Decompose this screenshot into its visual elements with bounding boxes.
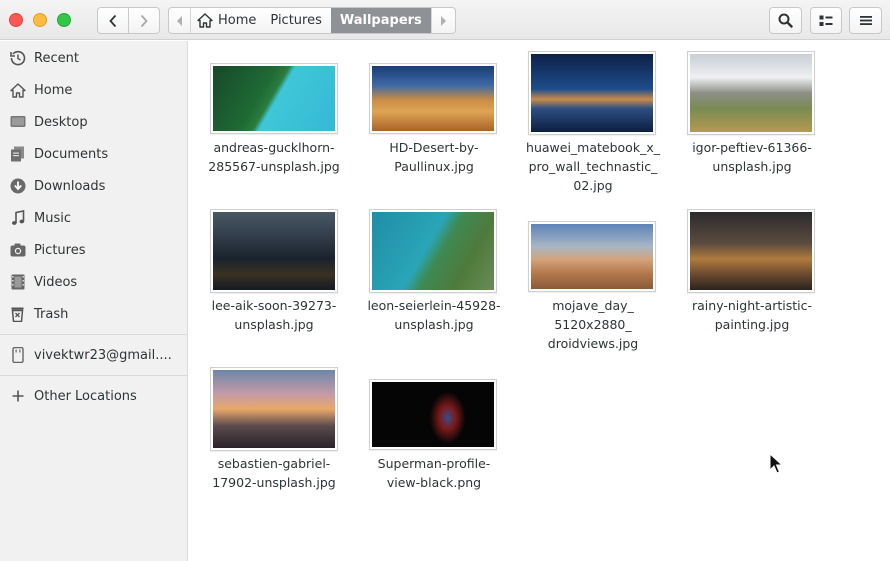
file-thumbnail [369,379,497,450]
sidebar-item-downloads[interactable]: Downloads [0,170,187,202]
file-item[interactable]: mojave_day_ 5120x2880_ droidviews.jpg [514,219,672,369]
sidebar-item-trash[interactable]: Trash [0,298,187,330]
file-item[interactable]: leon-seierlein-45928- unsplash.jpg [355,207,513,337]
sidebar-item-desktop[interactable]: Desktop [0,106,187,138]
sidebar-item-label: Recent [34,50,79,66]
back-button[interactable] [97,7,129,34]
documents-icon [9,146,26,163]
list-view-icon [819,15,833,26]
file-name: sebastien-gabriel- 17902-unsplash.jpg [212,456,336,490]
crumb-pictures[interactable]: Pictures [264,8,330,33]
sidebar-divider [0,334,187,335]
videos-icon [9,274,26,291]
file-name: HD-Desert-by- Paullinux.jpg [389,140,479,174]
sidebar-item-label: Music [34,210,71,226]
file-name: mojave_day_ 5120x2880_ droidviews.jpg [547,298,639,351]
sidebar-item-recent[interactable]: Recent [0,42,187,74]
sidebar-item-label: vivektwr23@gmail.... [34,347,172,363]
crumb-home-label: Home [218,13,257,28]
trash-icon [9,306,26,323]
downloads-icon [9,178,26,195]
crumb-home[interactable]: Home [191,8,264,33]
home-icon [9,82,26,99]
file-thumbnail [687,51,815,135]
home-icon [197,13,213,28]
sidebar-item-label: Home [34,82,73,98]
sidebar-item-label: Trash [34,306,69,322]
file-thumbnail [528,221,656,292]
file-thumbnail [210,63,338,134]
sidebar-item-documents[interactable]: Documents [0,138,187,170]
file-item[interactable]: andreas-gucklhorn- 285567-unsplash.jpg [195,61,353,181]
pictures-icon [9,242,26,259]
sidebar-item-label: Documents [34,146,109,162]
file-item[interactable]: huawei_matebook_x_ pro_wall_technastic_ 02… [514,49,672,199]
arrow-left-icon [176,15,182,26]
sidebar-item-label: Videos [34,274,78,290]
sidebar-item-music[interactable]: Music [0,202,187,234]
search-icon [778,13,793,28]
file-name: Superman-profile-view-black.png [377,456,491,490]
sidebar-item-label: Other Locations [34,388,137,404]
arrow-right-icon [441,15,447,26]
file-name: igor-peftiev-61366- unsplash.jpg [692,140,812,174]
view-toggle-button[interactable] [810,7,842,34]
sidebar-item-home[interactable]: Home [0,74,187,106]
file-thumbnail [369,209,497,293]
minimize-window-button[interactable] [33,13,47,27]
menu-button[interactable] [849,7,882,34]
path-bar: Home Pictures Wallpapers [168,7,456,34]
hamburger-menu-icon [859,16,872,25]
sidebar-item-label: Pictures [34,242,86,258]
file-thumbnail [210,209,338,293]
file-name: lee-aik-soon-39273- unsplash.jpg [211,298,337,332]
file-item[interactable]: igor-peftiev-61366- unsplash.jpg [673,49,831,179]
file-item[interactable]: lee-aik-soon-39273- unsplash.jpg [195,207,353,337]
forward-button[interactable] [128,7,160,34]
file-item[interactable]: Superman-profile-view-black.png [355,377,513,497]
file-name: rainy-night-artistic-painting.jpg [692,298,812,332]
drive-icon [9,347,26,364]
crumb-wallpapers-label: Wallpapers [339,13,422,28]
pathbar-scroll-left[interactable] [169,8,191,33]
file-item[interactable]: sebastien-gabriel- 17902-unsplash.jpg [195,365,353,495]
pathbar-scroll-right[interactable] [430,8,455,33]
sidebar-item-label: Downloads [34,178,106,194]
file-item[interactable]: HD-Desert-by- Paullinux.jpg [355,61,513,181]
crumb-pictures-label: Pictures [270,13,322,28]
file-name: andreas-gucklhorn- 285567-unsplash.jpg [208,140,340,174]
sidebar-item-label: Desktop [34,114,88,130]
file-grid: andreas-gucklhorn- 285567-unsplash.jpg HD… [189,41,890,561]
sidebar: Recent Home Desktop Documents Downloads … [0,41,188,561]
file-thumbnail [687,209,815,293]
recent-icon [9,50,26,67]
sidebar-divider [0,375,187,376]
crumb-wallpapers[interactable]: Wallpapers [330,8,431,33]
maximize-window-button[interactable] [57,13,71,27]
file-thumbnail [210,367,338,451]
sidebar-item-pictures[interactable]: Pictures [0,234,187,266]
chevron-left-icon [109,14,117,27]
file-name: huawei_matebook_x_ pro_wall_technastic_ 02… [526,140,660,193]
file-thumbnail [369,63,497,134]
desktop-icon [9,114,26,131]
header-bar: Home Pictures Wallpapers [0,0,890,40]
plus-icon [9,388,26,405]
search-button[interactable] [769,7,802,34]
sidebar-item-other-locations[interactable]: Other Locations [0,380,187,412]
file-thumbnail [528,51,656,135]
mouse-pointer-icon [769,453,783,474]
chevron-right-icon [140,14,148,27]
file-name: leon-seierlein-45928- unsplash.jpg [367,298,501,332]
close-window-button[interactable] [9,13,23,27]
music-icon [9,210,26,227]
sidebar-item-videos[interactable]: Videos [0,266,187,298]
sidebar-item-account[interactable]: vivektwr23@gmail.... [0,339,187,371]
file-item[interactable]: rainy-night-artistic-painting.jpg [673,207,831,337]
